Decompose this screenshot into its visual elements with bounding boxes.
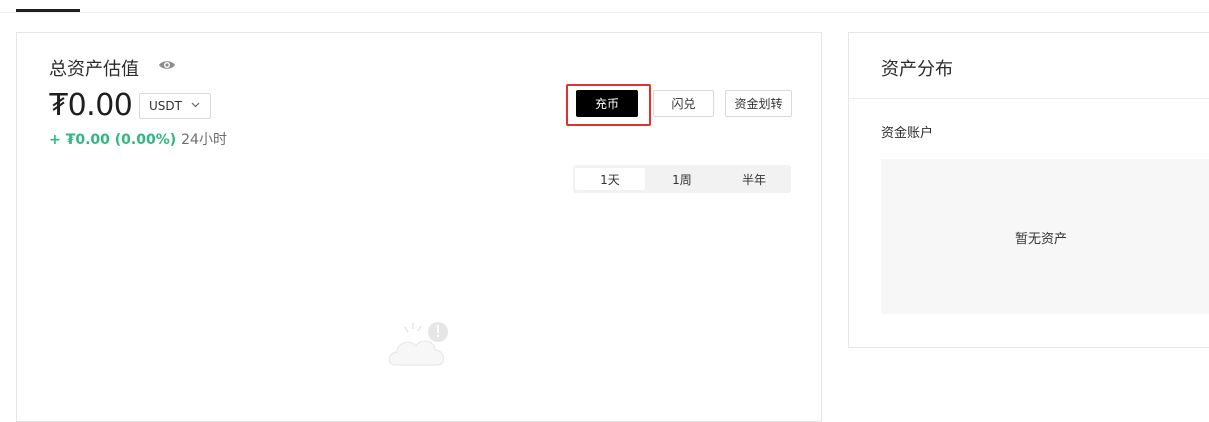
change-value: + ₮0.00 (0.00%) [49, 132, 177, 148]
transfer-button[interactable]: 资金划转 [725, 90, 792, 117]
swap-button[interactable]: 闪兑 [653, 90, 714, 117]
top-tab-bar [0, 0, 1209, 13]
asset-distribution-title: 资产分布 [881, 59, 953, 80]
currency-select[interactable]: USDT [139, 93, 211, 119]
chevron-down-icon [191, 102, 200, 108]
tab-1w[interactable]: 1周 [647, 168, 717, 190]
active-tab-indicator [16, 9, 80, 12]
time-range-tabs: 1天 1周 半年 [573, 165, 791, 193]
tab-half-year[interactable]: 半年 [719, 168, 789, 190]
tab-1d[interactable]: 1天 [575, 168, 645, 190]
total-assets-panel: 总资产估值 ₮0.00 USDT + ₮0.00 (0.00%) 24小时 充币 … [16, 32, 822, 422]
total-assets-title: 总资产估值 [49, 59, 139, 80]
funding-account-label: 资金账户 [881, 126, 934, 141]
daily-change: + ₮0.00 (0.00%) 24小时 [49, 129, 227, 149]
no-assets-text: 暂无资产 [1015, 232, 1068, 247]
cloud-warning-icon [388, 322, 448, 366]
currency-selected-value: USDT [149, 99, 182, 113]
asset-distribution-header: 资产分布 [849, 33, 1209, 99]
asset-distribution-panel: 资产分布 资金账户 暂无资产 [848, 32, 1209, 348]
deposit-button[interactable]: 充币 [576, 90, 638, 117]
change-period: 24小时 [181, 132, 227, 148]
empty-assets-box: 暂无资产 [881, 159, 1209, 314]
eye-icon[interactable] [158, 59, 176, 71]
total-balance: ₮0.00 [49, 88, 133, 123]
